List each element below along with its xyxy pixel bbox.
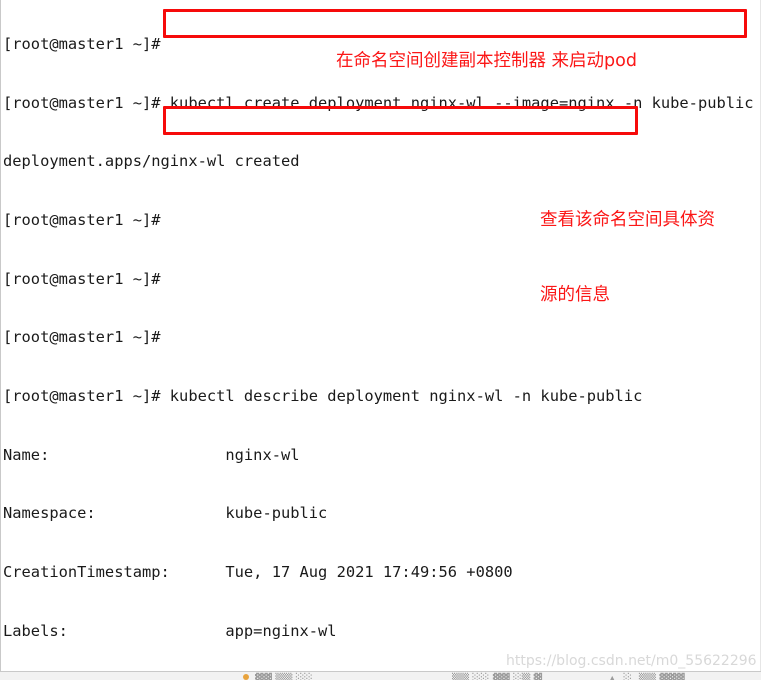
annotation-create-note: 在命名空间创建副本控制器 来启动pod bbox=[336, 51, 637, 71]
watermark-text: https://blog.csdn.net/m0_55622296 bbox=[506, 653, 757, 669]
taskbar-label: ▒▒ ░░ ▓▓ ░▒ ▓ bbox=[452, 673, 543, 680]
window-left-border bbox=[0, 0, 1, 672]
terminal-line-creationtimestamp: CreationTimestamp: Tue, 17 Aug 2021 17:4… bbox=[3, 562, 513, 581]
taskbar-label: ▲ ░ ▒▒ ▓▓▓ bbox=[608, 673, 685, 680]
terminal-window: [root@master1 ~]# [root@master1 ~]# kube… bbox=[0, 0, 761, 680]
terminal-line-create-command: [root@master1 ~]# kubectl create deploym… bbox=[3, 93, 754, 112]
terminal-line-name: Name: nginx-wl bbox=[3, 445, 300, 464]
terminal-line-namespace: Namespace: kube-public bbox=[3, 504, 328, 523]
annotation-describe-note-line2: 源的信息 bbox=[540, 285, 610, 305]
taskbar-indicator-icon bbox=[243, 674, 249, 680]
taskbar-strip: ▓▓ ▒▒ ░░ ▒▒ ░░ ▓▓ ░▒ ▓ ▲ ░ ▒▒ ▓▓▓ bbox=[0, 672, 761, 680]
annotation-describe-note: 查看该命名空间具体资 源的信息 bbox=[540, 158, 755, 358]
terminal-line-labels: Labels: app=nginx-wl bbox=[3, 621, 337, 640]
annotation-describe-note-line1: 查看该命名空间具体资 bbox=[540, 210, 715, 230]
taskbar-label: ▓▓ ▒▒ ░░ bbox=[255, 673, 313, 680]
terminal-line-describe-command: [root@master1 ~]# kubectl describe deplo… bbox=[3, 386, 643, 405]
